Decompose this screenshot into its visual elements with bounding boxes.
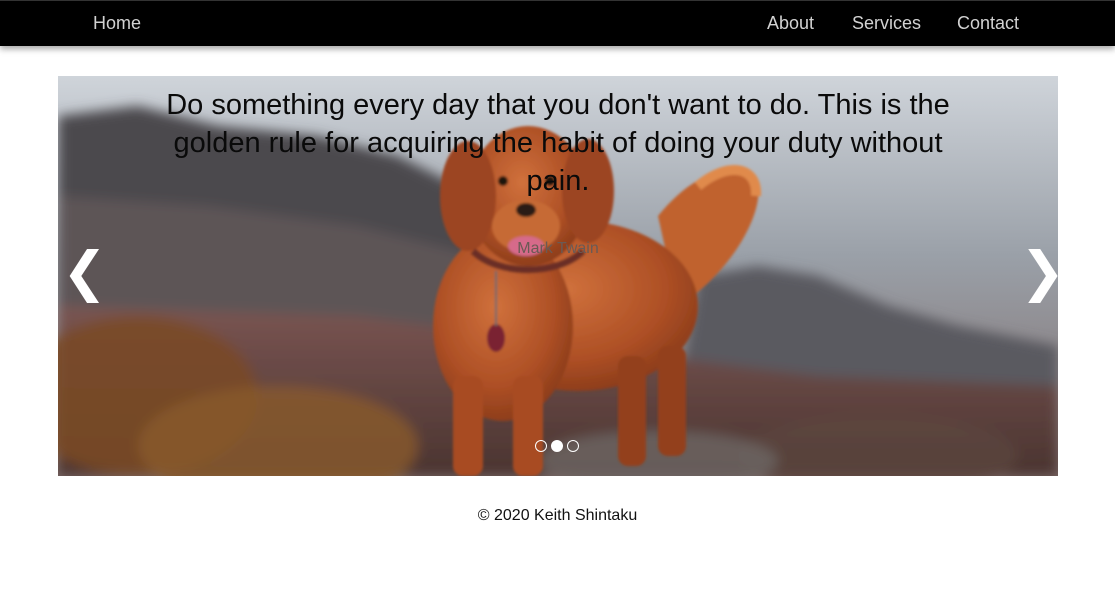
prev-slide-button[interactable]: ❮ [62, 242, 107, 302]
image-carousel: Do something every day that you don't wa… [58, 76, 1058, 476]
nav-home-link[interactable]: Home [93, 13, 141, 34]
slide-dot-2-active[interactable] [551, 440, 563, 452]
slide-dot-1[interactable] [535, 440, 547, 452]
nav-services-link[interactable]: Services [852, 13, 921, 34]
next-slide-button[interactable]: ❯ [1020, 242, 1058, 302]
quote-author: Mark Twain [517, 240, 599, 257]
nav-about-link[interactable]: About [767, 13, 814, 34]
navbar: Home About Services Contact [0, 0, 1115, 46]
quote-text: Do something every day that you don't wa… [166, 89, 950, 197]
footer-copyright: © 2020 Keith Shintaku [477, 507, 638, 524]
nav-contact-link[interactable]: Contact [957, 13, 1019, 34]
slide-dot-3[interactable] [567, 440, 579, 452]
